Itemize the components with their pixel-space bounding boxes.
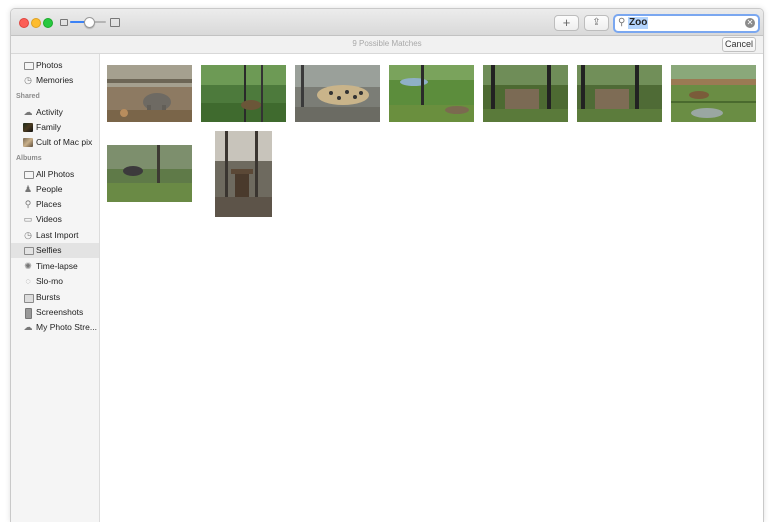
cancel-button[interactable]: Cancel (722, 37, 756, 52)
minimize-window-button[interactable] (31, 18, 41, 28)
title-bar: + ⇪ ⚲ Zoo ✕ (11, 9, 763, 36)
sidebar-item-label: Photos (36, 60, 63, 70)
photos-icon (24, 171, 34, 179)
albums-heading: Albums (16, 155, 42, 162)
search-field[interactable]: ⚲ Zoo ✕ (613, 14, 760, 33)
close-window-button[interactable] (19, 18, 29, 28)
photo-thumbnail[interactable] (215, 131, 272, 217)
large-thumbnail-icon (110, 18, 120, 27)
sidebar-item-family[interactable]: Family (11, 120, 99, 135)
phone-icon (25, 308, 32, 319)
sidebar-item-photos[interactable]: Photos (11, 58, 99, 73)
person-icon: ♟ (23, 184, 33, 194)
zoom-window-button[interactable] (43, 18, 53, 28)
sidebar-item-label: Places (36, 199, 62, 209)
sidebar-item-my-photo-stream[interactable]: ☁ My Photo Stre... (11, 320, 99, 335)
sidebar-item-label: Activity (36, 107, 63, 117)
search-input-value[interactable]: Zoo (628, 17, 649, 29)
sidebar-item-memories[interactable]: ◷ Memories (11, 73, 99, 88)
photo-thumbnail[interactable] (107, 65, 192, 122)
album-thumbnail (23, 138, 33, 147)
album-thumbnail (23, 123, 33, 132)
sidebar-item-label: Slo-mo (36, 276, 63, 286)
photo-thumbnail[interactable] (107, 145, 192, 202)
photo-thumbnail[interactable] (671, 65, 756, 122)
sidebar-item-selfies[interactable]: Selfies (11, 243, 99, 258)
memories-icon: ◷ (24, 75, 32, 85)
add-button[interactable]: + (554, 15, 579, 31)
sidebar-item-label: People (36, 184, 63, 194)
shared-heading: Shared (16, 93, 40, 100)
photo-thumbnail[interactable] (295, 65, 380, 122)
share-button[interactable]: ⇪ (584, 15, 609, 31)
sidebar-item-activity[interactable]: ☁ Activity (11, 105, 99, 120)
photo-thumbnail[interactable] (389, 65, 474, 122)
sidebar-item-label: Memories (36, 75, 74, 85)
cloud-icon: ☁ (23, 322, 33, 332)
camera-icon (24, 247, 34, 255)
pin-icon: ⚲ (24, 199, 32, 209)
sidebar-item-label: Videos (36, 214, 62, 224)
sidebar-item-slo-mo[interactable]: ◌ Slo-mo (11, 274, 99, 289)
sidebar-item-all-photos[interactable]: All Photos (11, 167, 99, 182)
sidebar-item-cult-of-mac-pix[interactable]: Cult of Mac pix (11, 135, 99, 150)
matches-count: 9 Possible Matches (352, 39, 422, 48)
cloud-icon: ☁ (23, 107, 33, 117)
magnifier-icon: ⚲ (618, 17, 626, 28)
sidebar-item-label: Last Import (36, 230, 79, 240)
sidebar-item-label: Bursts (36, 292, 61, 302)
sidebar-item-label: Family (36, 122, 62, 132)
sidebar-item-time-lapse[interactable]: ✺ Time-lapse (11, 259, 99, 274)
sidebar-item-last-import[interactable]: ◷ Last Import (11, 228, 99, 243)
sidebar-item-label: Time-lapse (36, 261, 78, 271)
sidebar-item-videos[interactable]: ▭ Videos (11, 212, 99, 227)
clock-icon: ◷ (24, 230, 32, 240)
photo-thumbnail[interactable] (483, 65, 568, 122)
photo-thumbnail[interactable] (577, 65, 662, 122)
sidebar-item-places[interactable]: ⚲ Places (11, 197, 99, 212)
time-lapse-icon: ✺ (24, 261, 32, 271)
small-thumbnail-icon (60, 19, 68, 26)
search-results-bar: 9 Possible Matches Cancel (11, 36, 763, 54)
photos-icon (24, 62, 34, 70)
sidebar-item-label: All Photos (36, 169, 75, 179)
sidebar-item-label: Cult of Mac pix (36, 137, 93, 147)
photo-grid (100, 54, 763, 522)
sidebar: Photos ◷ Memories Shared ☁ Activity Fami… (11, 54, 100, 522)
bursts-icon (24, 294, 34, 303)
video-icon: ▭ (23, 214, 33, 224)
slo-mo-icon: ◌ (25, 276, 31, 286)
sidebar-item-label: Screenshots (36, 307, 84, 317)
sidebar-item-label: My Photo Stre... (36, 322, 97, 332)
slider-knob[interactable] (84, 17, 95, 28)
sidebar-item-bursts[interactable]: Bursts (11, 290, 99, 305)
sidebar-item-people[interactable]: ♟ People (11, 182, 99, 197)
clear-icon[interactable]: ✕ (745, 18, 755, 28)
sidebar-item-label: Selfies (36, 245, 62, 255)
photos-window: + ⇪ ⚲ Zoo ✕ 9 Possible Matches Cancel Ph… (10, 8, 764, 522)
photo-thumbnail[interactable] (201, 65, 286, 122)
sidebar-item-screenshots[interactable]: Screenshots (11, 305, 99, 320)
